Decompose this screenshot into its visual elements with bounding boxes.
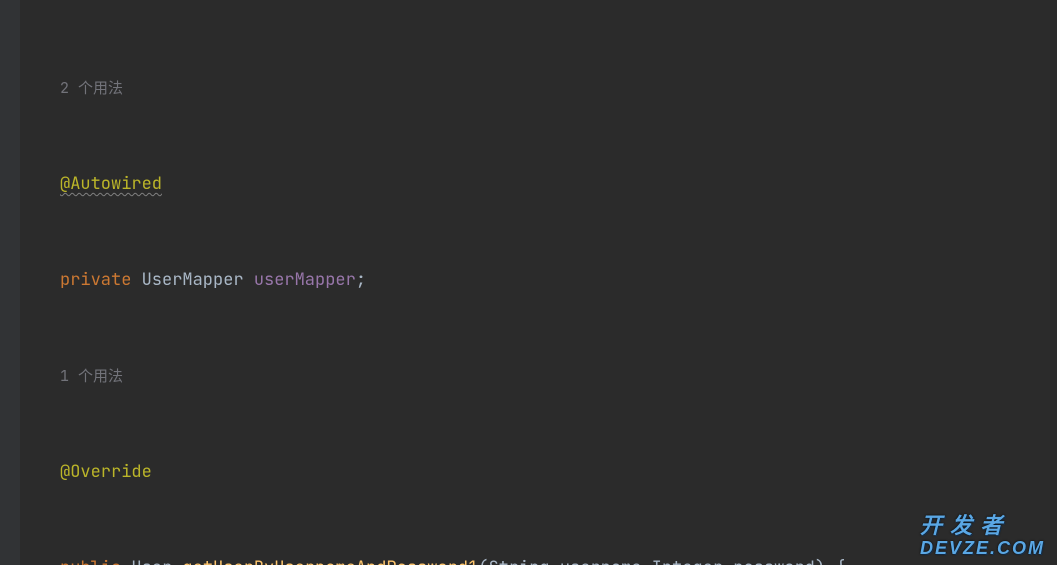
annotation-autowired: @Autowired — [60, 173, 162, 195]
usage-hint[interactable]: 1 个用法 — [20, 360, 1057, 392]
brace-open: { — [835, 557, 845, 565]
semicolon: ; — [356, 269, 366, 291]
type-usermapper: UserMapper — [142, 269, 244, 291]
usage-hint[interactable]: 2 个用法 — [20, 72, 1057, 104]
code-line[interactable]: @Override — [20, 456, 1057, 488]
type-string: String — [488, 557, 549, 565]
code-line[interactable]: @Autowired — [20, 168, 1057, 200]
param-username: username — [560, 557, 642, 565]
param-password: password — [733, 557, 815, 565]
annotation-override: @Override — [60, 461, 152, 483]
code-line[interactable]: public User getUserByUsernameAndPassword… — [20, 552, 1057, 565]
type-integer: Integer — [652, 557, 723, 565]
method-name: getUserByUsernameAndPassword1 — [182, 557, 478, 565]
keyword-private: private — [60, 269, 131, 291]
keyword-public: public — [60, 557, 121, 565]
type-user: User — [131, 557, 172, 565]
code-line[interactable]: private UserMapper userMapper; — [20, 264, 1057, 296]
code-editor[interactable]: 2 个用法 @Autowired private UserMapper user… — [0, 0, 1057, 565]
field-usermapper: userMapper — [254, 269, 356, 291]
